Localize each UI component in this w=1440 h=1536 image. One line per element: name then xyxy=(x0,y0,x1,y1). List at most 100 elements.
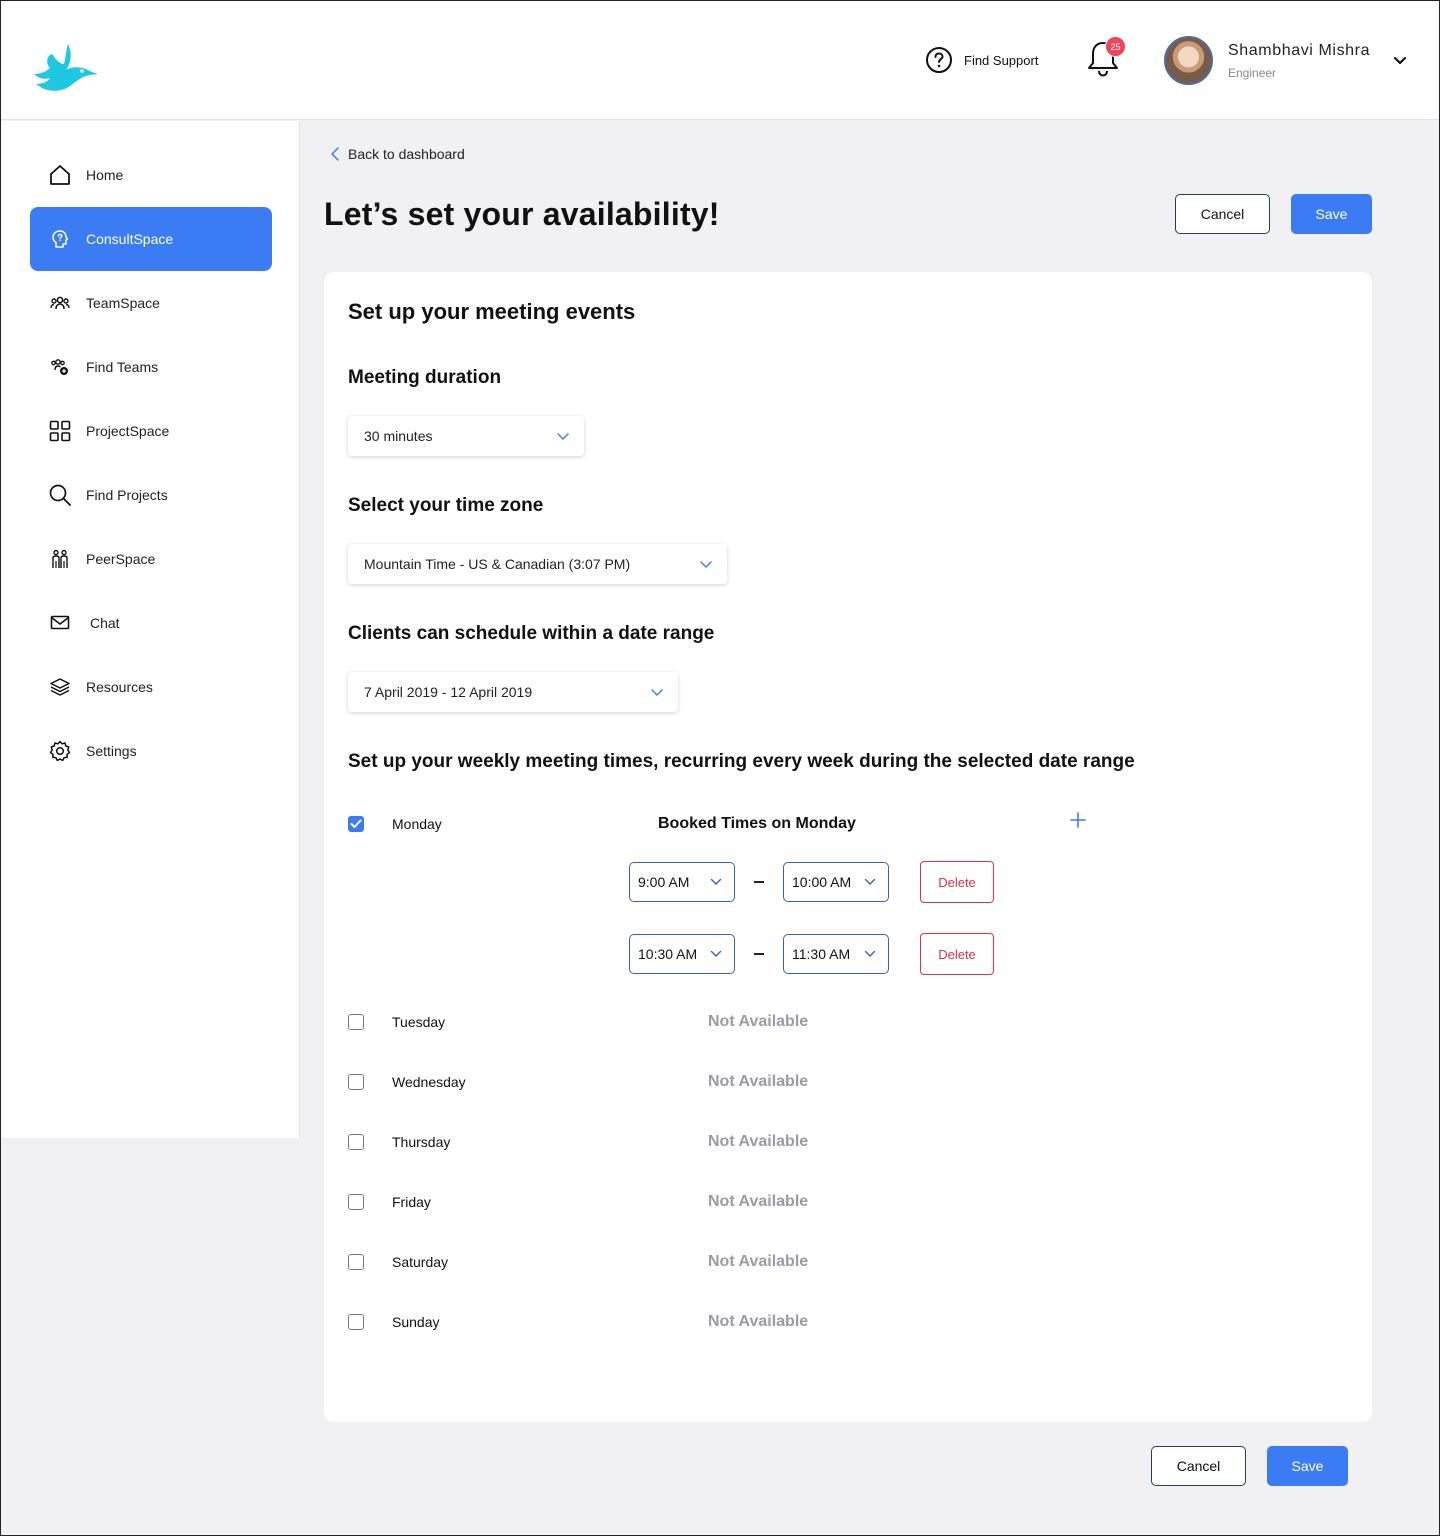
mail-icon xyxy=(48,611,72,635)
sidebar-item-home[interactable]: Home xyxy=(30,143,272,207)
find-support-link[interactable]: Find Support xyxy=(925,46,1038,74)
range-dash xyxy=(754,881,764,883)
day-label-thursday: Thursday xyxy=(392,1134,451,1150)
sidebar-item-chat[interactable]: Chat xyxy=(30,591,272,655)
section-title: Set up your meeting events xyxy=(348,299,636,324)
duration-value: 30 minutes xyxy=(364,428,433,444)
day-label-tuesday: Tuesday xyxy=(392,1014,446,1030)
slot-start-value: 10:30 AM xyxy=(638,946,698,962)
timezone-select[interactable]: Mountain Time - US & Canadian (3:07 PM) xyxy=(348,544,727,584)
cancel-button-top[interactable]: Cancel xyxy=(1175,194,1270,234)
sunday-checkbox[interactable] xyxy=(348,1314,364,1330)
slot-end-value: 10:00 AM xyxy=(792,874,852,890)
search-icon xyxy=(48,483,72,507)
chevron-down-icon xyxy=(557,433,569,440)
slot-2-start-select[interactable]: 10:30 AM xyxy=(629,934,735,974)
find-support-label: Find Support xyxy=(964,52,1039,68)
sidebar-item-label: Home xyxy=(86,167,124,183)
range-dash xyxy=(754,953,764,955)
sidebar-item-label: TeamSpace xyxy=(86,295,160,311)
user-role: Engineer xyxy=(1228,65,1277,80)
slot-start-value: 9:00 AM xyxy=(638,874,690,890)
sidebar-item-peerspace[interactable]: PeerSpace xyxy=(30,527,272,591)
slot-1-start-select[interactable]: 9:00 AM xyxy=(629,862,735,902)
date-range-label: Clients can schedule within a date range xyxy=(348,623,715,644)
timezone-value: Mountain Time - US & Canadian (3:07 PM) xyxy=(364,556,631,572)
notification-badge: 25 xyxy=(1105,36,1126,57)
date-range-select[interactable]: 7 April 2019 - 12 April 2019 xyxy=(348,672,678,712)
day-label-wednesday: Wednesday xyxy=(392,1074,466,1090)
back-to-dashboard-link[interactable]: Back to dashboard xyxy=(330,146,465,162)
gear-icon xyxy=(48,739,72,763)
grid-icon xyxy=(48,419,72,443)
chevron-down-icon xyxy=(710,878,722,885)
duration-select[interactable]: 30 minutes xyxy=(348,416,584,456)
day-label-friday: Friday xyxy=(392,1194,431,1210)
sidebar-item-projectspace[interactable]: ProjectSpace xyxy=(30,399,272,463)
cancel-button-bottom[interactable]: Cancel xyxy=(1151,1446,1246,1486)
peer-icon xyxy=(48,547,72,571)
day-label-saturday: Saturday xyxy=(392,1254,449,1270)
sidebar-item-label: Find Projects xyxy=(86,487,168,503)
chevron-left-icon xyxy=(331,147,339,161)
friday-checkbox[interactable] xyxy=(348,1194,364,1210)
sidebar-item-label: ConsultSpace xyxy=(86,231,174,247)
hummingbird-logo-icon[interactable] xyxy=(32,38,100,94)
layers-icon xyxy=(48,675,72,699)
consult-icon xyxy=(48,227,72,251)
team-icon xyxy=(48,291,72,315)
chevron-down-icon xyxy=(864,878,876,885)
sidebar-item-label: ProjectSpace xyxy=(86,423,170,439)
back-label: Back to dashboard xyxy=(348,146,465,162)
sidebar-item-label: Find Teams xyxy=(86,359,159,375)
sidebar-item-label: Resources xyxy=(86,679,153,695)
slot-2-delete-button[interactable]: Delete xyxy=(920,933,994,975)
duration-label: Meeting duration xyxy=(348,367,502,388)
sidebar-item-resources[interactable]: Resources xyxy=(30,655,272,719)
slot-2-end-select[interactable]: 11:30 AM xyxy=(783,934,889,974)
monday-checkbox[interactable] xyxy=(348,816,364,832)
sidebar-item-teamspace[interactable]: TeamSpace xyxy=(30,271,272,335)
sidebar-item-consultspace[interactable]: ConsultSpace xyxy=(30,207,272,271)
slot-1-end-select[interactable]: 10:00 AM xyxy=(783,862,889,902)
user-menu[interactable]: Shambhavi Mishra Engineer xyxy=(1164,36,1370,85)
chevron-down-icon xyxy=(700,561,712,568)
status-sunday: Not Available xyxy=(708,1313,809,1330)
sidebar-item-label: Chat xyxy=(90,615,120,631)
status-tuesday: Not Available xyxy=(708,1013,809,1030)
avatar xyxy=(1164,36,1213,85)
slot-end-value: 11:30 AM xyxy=(792,946,851,962)
sidebar-item-label: PeerSpace xyxy=(86,551,156,567)
add-slot-plus-icon[interactable] xyxy=(1069,811,1087,829)
save-button-top[interactable]: Save xyxy=(1291,194,1372,234)
sidebar: Home ConsultSpace TeamSpace Find Teams P… xyxy=(0,121,300,1138)
weekly-times-label: Set up your weekly meeting times, recurr… xyxy=(348,751,1135,772)
thursday-checkbox[interactable] xyxy=(348,1134,364,1150)
find-teams-icon xyxy=(48,355,72,379)
save-button-bottom[interactable]: Save xyxy=(1267,1446,1348,1486)
date-range-value: 7 April 2019 - 12 April 2019 xyxy=(364,684,533,700)
chevron-down-icon[interactable] xyxy=(1390,50,1410,70)
slot-1-delete-button[interactable]: Delete xyxy=(920,861,994,903)
sidebar-item-find-teams[interactable]: Find Teams xyxy=(30,335,272,399)
day-label-sunday: Sunday xyxy=(392,1314,440,1330)
day-label-monday: Monday xyxy=(392,816,442,832)
sidebar-item-label: Settings xyxy=(86,743,137,759)
status-saturday: Not Available xyxy=(708,1253,809,1270)
sidebar-item-settings[interactable]: Settings xyxy=(30,719,272,783)
saturday-checkbox[interactable] xyxy=(348,1254,364,1270)
tuesday-checkbox[interactable] xyxy=(348,1014,364,1030)
booked-times-title: Booked Times on Monday xyxy=(658,815,856,832)
chevron-down-icon xyxy=(710,950,722,957)
status-friday: Not Available xyxy=(708,1193,809,1210)
status-wednesday: Not Available xyxy=(708,1073,809,1090)
page-title: Let’s set your availability! xyxy=(324,196,720,232)
chevron-down-icon xyxy=(651,689,663,696)
user-name: Shambhavi Mishra xyxy=(1228,41,1371,59)
home-icon xyxy=(48,163,72,187)
status-thursday: Not Available xyxy=(708,1133,809,1150)
top-header: Find Support 25 Shambhavi Mishra Enginee… xyxy=(0,0,1440,120)
wednesday-checkbox[interactable] xyxy=(348,1074,364,1090)
timezone-label: Select your time zone xyxy=(348,495,544,516)
sidebar-item-find-projects[interactable]: Find Projects xyxy=(30,463,272,527)
